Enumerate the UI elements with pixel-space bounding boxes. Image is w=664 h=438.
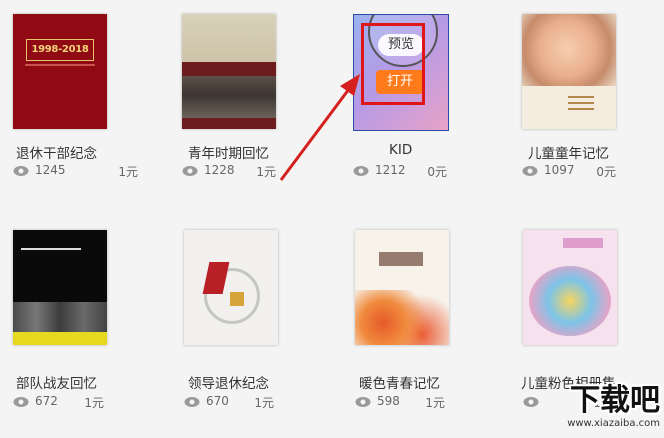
- site-watermark: 下载吧 www.xiazaiba.com: [540, 384, 660, 436]
- annotation-arrow: [279, 74, 360, 181]
- watermark-logo: 下载吧: [570, 383, 660, 418]
- watermark-url: www.xiazaiba.com: [567, 418, 660, 429]
